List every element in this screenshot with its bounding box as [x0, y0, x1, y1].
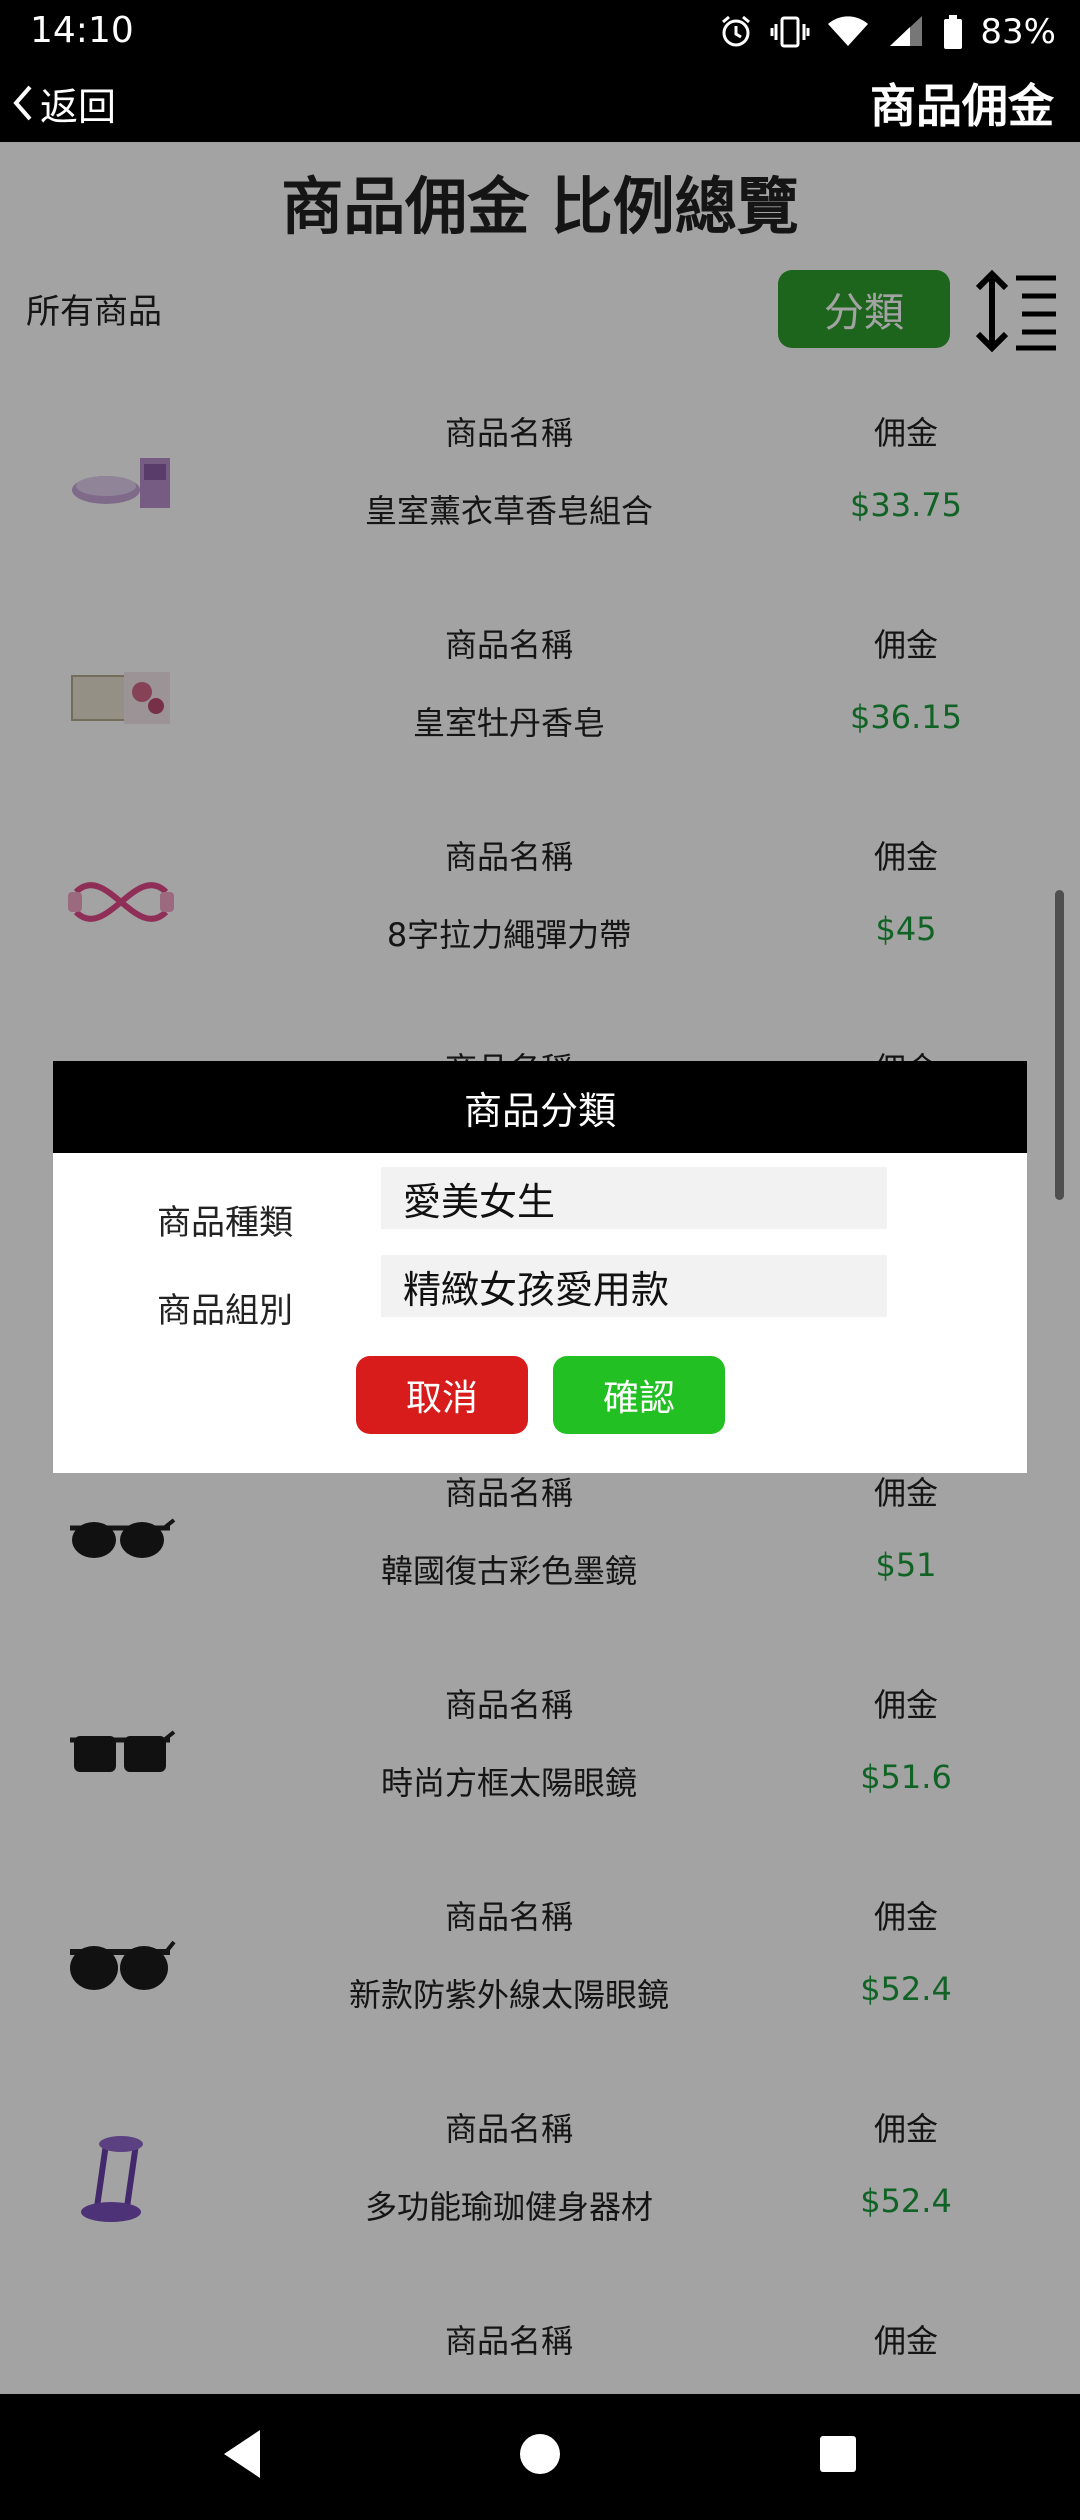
cancel-button[interactable]: 取消	[356, 1356, 528, 1434]
signal-icon	[890, 16, 923, 46]
group-label: 商品組別	[157, 1291, 293, 1331]
wifi-icon	[828, 16, 869, 46]
system-nav-bar	[0, 2394, 1080, 2520]
status-time: 14:10	[30, 10, 134, 51]
nav-home-icon[interactable]	[510, 2424, 570, 2484]
battery-percent: 83%	[980, 12, 1056, 52]
category-field[interactable]: 愛美女生	[381, 1167, 887, 1229]
chevron-left-icon	[13, 85, 32, 121]
status-icons: 83%	[718, 8, 1056, 56]
dialog-title: 商品分類	[53, 1061, 1027, 1153]
back-button[interactable]: 返回	[10, 64, 116, 142]
status-bar: 14:10 83%	[0, 0, 1080, 64]
category-dialog: 商品分類 商品種類 愛美女生 商品組別 精緻女孩愛用款 取消 確認	[53, 1061, 1027, 1473]
nav-back-icon[interactable]	[214, 2424, 274, 2484]
app-bar: 返回 商品佣金	[0, 64, 1080, 142]
battery-icon	[944, 15, 963, 49]
category-label: 商品種類	[157, 1203, 293, 1243]
confirm-button[interactable]: 確認	[553, 1356, 725, 1434]
nav-recents-icon[interactable]	[808, 2424, 868, 2484]
vibrate-icon	[770, 16, 810, 48]
group-field[interactable]: 精緻女孩愛用款	[381, 1255, 887, 1317]
back-label: 返回	[40, 84, 117, 129]
alarm-icon	[722, 15, 751, 47]
app-bar-title: 商品佣金	[870, 79, 1054, 133]
